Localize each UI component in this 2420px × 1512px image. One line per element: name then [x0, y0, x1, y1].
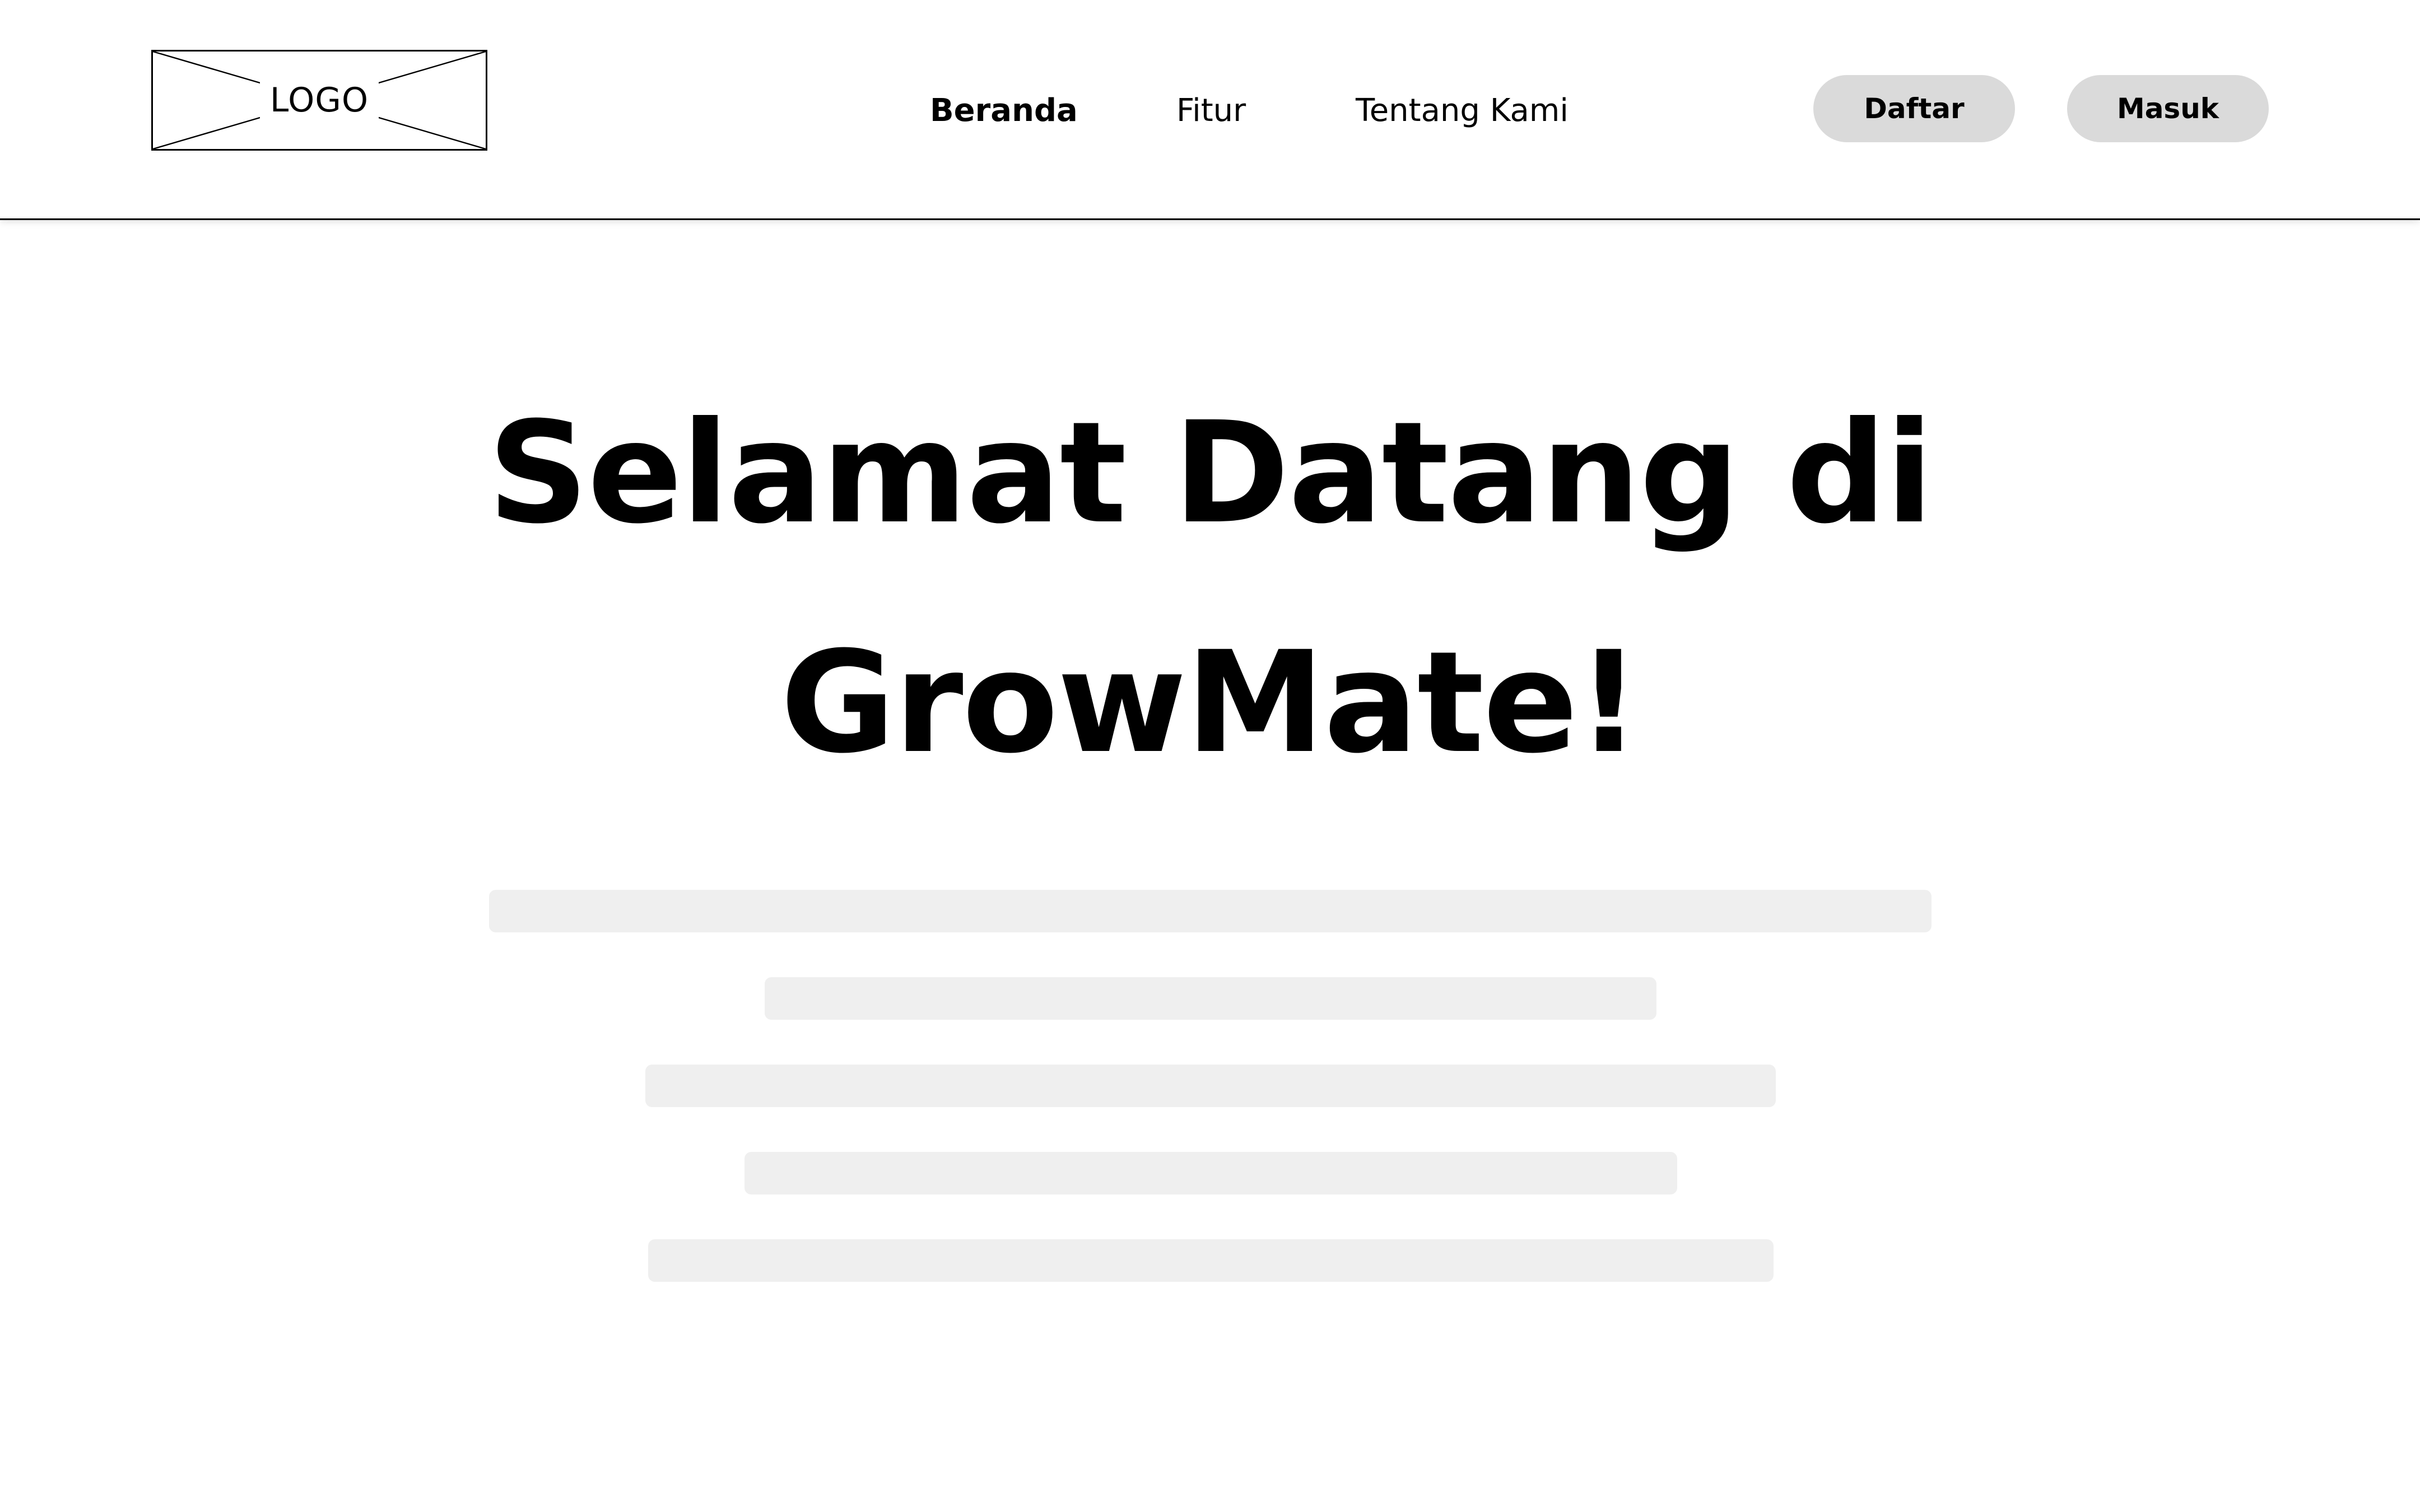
text-placeholder-line-3 — [645, 1065, 1776, 1107]
logo-placeholder[interactable]: LOGO — [151, 50, 487, 151]
text-placeholder-line-5 — [648, 1239, 1774, 1282]
register-button[interactable]: Daftar — [1813, 75, 2015, 142]
login-button[interactable]: Masuk — [2067, 75, 2269, 142]
hero-title-line-2: GrowMate! — [780, 621, 1641, 784]
top-navigation-bar: LOGO Beranda Fitur Tentang Kami Daftar M… — [0, 0, 2420, 220]
text-placeholder-line-2 — [765, 977, 1656, 1020]
text-placeholder-line-4 — [744, 1152, 1677, 1194]
text-placeholder-line-1 — [489, 890, 1932, 932]
nav-link-fitur[interactable]: Fitur — [1176, 88, 1246, 133]
hero-title: Selamat Datang di GrowMate! — [314, 358, 2106, 818]
hero-title-line-1: Selamat Datang di — [487, 391, 1934, 554]
logo-text: LOGO — [259, 81, 379, 120]
nav-link-beranda[interactable]: Beranda — [930, 88, 1078, 133]
nav-link-tentang-kami[interactable]: Tentang Kami — [1356, 88, 1569, 133]
